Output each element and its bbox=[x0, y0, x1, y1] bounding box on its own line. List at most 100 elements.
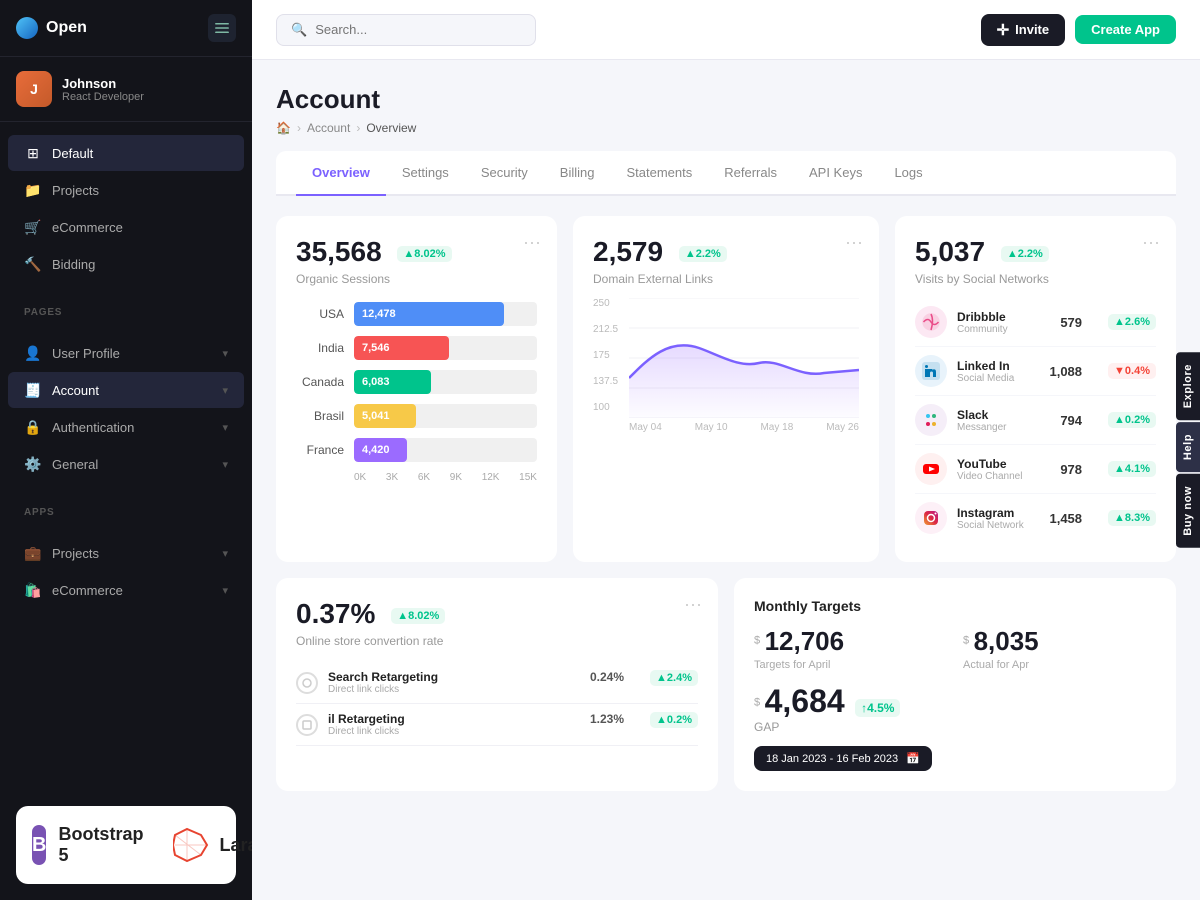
sidebar-item-ecommerce[interactable]: 🛒 eCommerce bbox=[8, 209, 244, 245]
bar-axis: 0K 3K 6K 9K 12K 15K bbox=[296, 472, 537, 483]
target-value: 12,706 bbox=[765, 626, 845, 656]
card-more-icon[interactable]: ··· bbox=[1142, 232, 1160, 253]
retarget-pct: 1.23% bbox=[590, 712, 624, 726]
youtube-icon bbox=[915, 453, 947, 485]
page-content: Account 🏠 › Account › Overview Overview … bbox=[252, 60, 1200, 900]
tab-logs[interactable]: Logs bbox=[878, 151, 938, 196]
targets-row: $ 12,706 Targets for April $ 8,035 Actua… bbox=[754, 626, 1156, 671]
domain-links-label: Domain External Links bbox=[593, 272, 859, 286]
card-more-icon[interactable]: ··· bbox=[684, 594, 702, 615]
retarget-sub: Direct link clicks bbox=[328, 726, 580, 737]
sidebar-item-projects[interactable]: 📁 Projects bbox=[8, 172, 244, 208]
sidebar-item-general[interactable]: ⚙️ General ▾ bbox=[8, 446, 244, 482]
gap-value-area: $ 4,684 ↑4.5% bbox=[754, 683, 900, 720]
bar-fill: 4,420 bbox=[354, 438, 407, 462]
social-name: Slack bbox=[957, 408, 1050, 422]
sidebar-header: Open bbox=[0, 0, 252, 57]
search-input[interactable] bbox=[315, 22, 521, 37]
social-badge: ▲8.3% bbox=[1108, 510, 1156, 526]
user-profile-area[interactable]: J Johnson React Developer bbox=[0, 57, 252, 122]
line-chart-y-axis: 250 212.5 175 137.5 100 bbox=[593, 298, 629, 413]
apps-nav: 💼 Projects ▾ 🛍️ eCommerce ▾ bbox=[0, 522, 252, 621]
bar-row-india: India 7,546 bbox=[296, 336, 537, 360]
line-chart-x-axis: May 04 May 10 May 18 May 26 bbox=[629, 422, 859, 433]
instagram-icon bbox=[915, 502, 947, 534]
bar-country: USA bbox=[296, 307, 344, 321]
bar-country: France bbox=[296, 443, 344, 457]
stat-value: 5,037 ▲2.2% bbox=[915, 236, 1156, 268]
social-type: Social Network bbox=[957, 520, 1039, 531]
tab-referrals[interactable]: Referrals bbox=[708, 151, 793, 196]
tab-api-keys[interactable]: API Keys bbox=[793, 151, 878, 196]
bar-fill: 6,083 bbox=[354, 370, 431, 394]
target-item-actual: $ 8,035 Actual for Apr bbox=[963, 626, 1156, 671]
line-chart-svg bbox=[629, 298, 859, 418]
stats-cards-row: ··· 35,568 ▲8.02% Organic Sessions USA 1… bbox=[276, 216, 1176, 562]
retarget-info: Search Retargeting Direct link clicks bbox=[328, 670, 580, 695]
gap-row: $ 4,684 ↑4.5% bbox=[754, 683, 1156, 720]
target-value: 8,035 bbox=[974, 626, 1039, 656]
breadcrumb-account[interactable]: Account bbox=[307, 121, 350, 135]
bar-country: Brasil bbox=[296, 409, 344, 423]
target-currency: $ bbox=[754, 635, 760, 647]
organic-sessions-value: 35,568 bbox=[296, 236, 382, 267]
main-nav: ⊞ Default 📁 Projects 🛒 eCommerce 🔨 Biddi… bbox=[0, 122, 252, 295]
tab-settings[interactable]: Settings bbox=[386, 151, 465, 196]
sidebar-item-bidding[interactable]: 🔨 Bidding bbox=[8, 246, 244, 282]
main-content: 🔍 ✛ Invite Create App Account 🏠 › Accoun… bbox=[252, 0, 1200, 900]
sidebar-item-ecommerce-app[interactable]: 🛍️ eCommerce ▾ bbox=[8, 572, 244, 608]
tab-security[interactable]: Security bbox=[465, 151, 544, 196]
right-tab-buy[interactable]: Buy now bbox=[1176, 474, 1200, 548]
user-icon: 👤 bbox=[24, 344, 42, 362]
sidebar-toggle-button[interactable] bbox=[208, 14, 236, 42]
sidebar-item-account[interactable]: 🧾 Account ▾ bbox=[8, 372, 244, 408]
create-app-button[interactable]: Create App bbox=[1075, 15, 1176, 44]
social-info: Instagram Social Network bbox=[957, 506, 1039, 531]
chevron-down-icon: ▾ bbox=[222, 421, 228, 434]
right-tab-explore[interactable]: Explore bbox=[1176, 352, 1200, 420]
organic-sessions-badge: ▲8.02% bbox=[397, 246, 451, 262]
gap-badge: ↑4.5% bbox=[855, 699, 900, 717]
card-more-icon[interactable]: ··· bbox=[845, 232, 863, 253]
sidebar-item-user-profile[interactable]: 👤 User Profile ▾ bbox=[8, 335, 244, 371]
retarget-sub: Direct link clicks bbox=[328, 684, 580, 695]
bar-track: 7,546 bbox=[354, 336, 537, 360]
chevron-down-icon: ▾ bbox=[222, 384, 228, 397]
invite-button[interactable]: ✛ Invite bbox=[981, 14, 1066, 46]
sidebar-item-label: User Profile bbox=[52, 346, 120, 361]
card-more-icon[interactable]: ··· bbox=[523, 232, 541, 253]
social-value: 1,088 bbox=[1049, 364, 1082, 379]
tabs: Overview Settings Security Billing State… bbox=[276, 151, 1176, 196]
bar-fill: 5,041 bbox=[354, 404, 416, 428]
sidebar-item-projects-app[interactable]: 💼 Projects ▾ bbox=[8, 535, 244, 571]
tab-overview[interactable]: Overview bbox=[296, 151, 386, 196]
right-side-tabs: Explore Help Buy now bbox=[1176, 352, 1200, 548]
page-header: Account 🏠 › Account › Overview bbox=[276, 84, 1176, 135]
sidebar-item-default[interactable]: ⊞ Default bbox=[8, 135, 244, 171]
topbar: 🔍 ✛ Invite Create App bbox=[252, 0, 1200, 60]
breadcrumb-sep2: › bbox=[356, 121, 360, 135]
store-icon: 🛒 bbox=[24, 218, 42, 236]
y-label: 137.5 bbox=[593, 376, 629, 387]
retarget-badge: ▲0.2% bbox=[650, 712, 698, 728]
tab-statements[interactable]: Statements bbox=[610, 151, 708, 196]
social-item-linkedin: Linked In Social Media 1,088 ▼0.4% bbox=[915, 347, 1156, 396]
conversion-badge: ▲8.02% bbox=[391, 608, 445, 624]
axis-label: 9K bbox=[450, 472, 462, 483]
create-app-label: Create App bbox=[1091, 22, 1160, 37]
gavel-icon: 🔨 bbox=[24, 255, 42, 273]
bar-country: Canada bbox=[296, 375, 344, 389]
search-bar[interactable]: 🔍 bbox=[276, 14, 536, 46]
bar-track: 12,478 bbox=[354, 302, 537, 326]
sidebar-item-authentication[interactable]: 🔒 Authentication ▾ bbox=[8, 409, 244, 445]
bar-row-france: France 4,420 bbox=[296, 438, 537, 462]
chevron-down-icon: ▾ bbox=[222, 347, 228, 360]
retarget-name: Search Retargeting bbox=[328, 670, 580, 684]
tab-billing[interactable]: Billing bbox=[544, 151, 611, 196]
linkedin-icon bbox=[915, 355, 947, 387]
retarget-icon bbox=[296, 714, 318, 736]
sidebar-item-label: Default bbox=[52, 146, 93, 161]
pages-section-label: PAGES bbox=[0, 295, 252, 322]
logo-dot bbox=[16, 17, 38, 39]
right-tab-help[interactable]: Help bbox=[1176, 422, 1200, 472]
